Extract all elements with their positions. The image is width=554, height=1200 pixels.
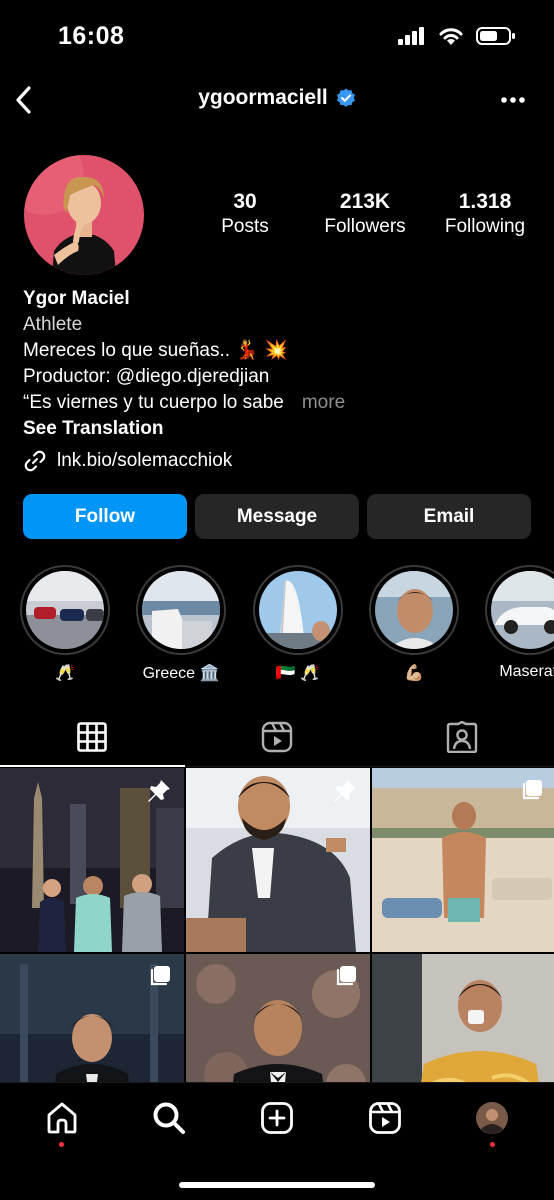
message-button[interactable]: Message xyxy=(195,494,359,539)
status-bar: 16:08 xyxy=(0,0,554,72)
bio-line-2: Productor: @diego.djeredjian xyxy=(23,366,270,387)
highlight-ring xyxy=(20,565,110,655)
reels-icon xyxy=(261,721,293,752)
posts-count: 30 xyxy=(233,190,257,213)
email-button[interactable]: Email xyxy=(367,494,531,539)
highlight-label: 🇦🇪 🥂 xyxy=(275,665,321,682)
followers-count: 213K xyxy=(339,190,391,213)
bio-more-link[interactable]: more xyxy=(302,392,345,413)
highlight-label: Greece 🏛️ xyxy=(142,665,220,682)
carousel-post-badge xyxy=(148,964,172,993)
highlight-cover-greece xyxy=(142,571,220,649)
home-indicator xyxy=(179,1182,375,1188)
username: ygoormaciell xyxy=(198,86,328,109)
profile-photo xyxy=(24,155,144,275)
tab-home[interactable] xyxy=(32,1101,92,1149)
followers-label: Followers xyxy=(324,216,406,237)
highlight-item[interactable]: 🇦🇪 🥂 xyxy=(248,565,348,683)
multiple-images-icon xyxy=(336,966,356,986)
home-notification-dot xyxy=(59,1142,65,1147)
highlight-label: 🥂 xyxy=(55,665,75,682)
status-icons xyxy=(398,26,516,46)
cellular-signal-icon xyxy=(398,27,424,45)
verified-badge-icon xyxy=(336,88,355,107)
profile-avatar-icon xyxy=(476,1102,509,1134)
profile-header: ygoormaciell xyxy=(0,72,554,128)
pin-icon xyxy=(148,780,170,802)
profile-category: Athlete xyxy=(23,314,83,335)
highlight-cover-garage xyxy=(26,571,104,649)
follow-button[interactable]: Follow xyxy=(23,494,187,539)
highlight-item[interactable]: Greece 🏛️ xyxy=(131,565,231,683)
highlight-cover-selfie xyxy=(375,571,453,649)
posts-label: Posts xyxy=(221,216,269,237)
following-count: 1.318 xyxy=(458,190,512,213)
profile-actions: Follow Message Email xyxy=(23,494,531,539)
tab-reels-nav[interactable] xyxy=(355,1101,415,1149)
home-icon xyxy=(47,1102,77,1134)
following-stat[interactable]: 1.318 Following xyxy=(430,190,540,240)
highlight-ring xyxy=(253,565,343,655)
bio-line-3-wrap: “Es viernes y tu cuerpo lo sabe more xyxy=(23,390,533,416)
tab-posts-grid[interactable] xyxy=(0,707,185,767)
post-thumbnail[interactable] xyxy=(0,768,184,952)
tab-create[interactable] xyxy=(247,1101,307,1149)
profile-avatar[interactable] xyxy=(24,155,144,275)
link-icon xyxy=(24,450,46,472)
display-name: Ygor Maciel xyxy=(23,288,130,309)
carousel-post-badge xyxy=(520,778,544,807)
search-icon xyxy=(153,1102,186,1134)
multiple-images-icon xyxy=(522,780,542,800)
pin-icon xyxy=(334,780,356,802)
following-label: Following xyxy=(444,216,526,237)
see-translation-link[interactable]: See Translation xyxy=(23,416,533,442)
bottom-tab-bar xyxy=(0,1082,554,1200)
profile-notification-dot xyxy=(489,1142,495,1147)
highlight-ring xyxy=(369,565,459,655)
plus-square-icon xyxy=(261,1102,293,1134)
multiple-images-icon xyxy=(150,966,170,986)
battery-icon xyxy=(476,27,515,45)
pinned-post-badge xyxy=(146,778,172,809)
highlight-label: Maserati xyxy=(499,663,554,680)
pinned-post-badge xyxy=(332,778,358,809)
profile-bio: Ygor Maciel Athlete Mereces lo que sueña… xyxy=(23,286,533,474)
followers-stat[interactable]: 213K Followers xyxy=(310,190,420,240)
tab-profile[interactable] xyxy=(462,1101,522,1149)
posts-stat[interactable]: 30 Posts xyxy=(190,190,300,240)
carousel-post-badge xyxy=(334,964,358,993)
profile-stats: 30 Posts 213K Followers 1.318 Following xyxy=(190,190,540,240)
status-time: 16:08 xyxy=(58,22,125,50)
highlight-item[interactable]: Maserati xyxy=(480,565,554,681)
tab-tagged[interactable] xyxy=(369,707,554,766)
tab-search[interactable] xyxy=(139,1101,199,1149)
reels-icon xyxy=(368,1102,401,1134)
grid-icon xyxy=(77,721,108,752)
more-options-button[interactable] xyxy=(498,88,528,112)
highlight-cover-maserati xyxy=(491,571,554,649)
ellipsis-icon xyxy=(501,97,525,103)
bio-link-text: lnk.bio/solemacchiok xyxy=(57,450,233,471)
post-thumbnail[interactable] xyxy=(372,768,554,952)
highlight-cover-dubai xyxy=(259,571,337,649)
tagged-user-icon xyxy=(446,720,477,753)
wifi-icon xyxy=(439,28,463,45)
story-highlights: 🥂 Greece 🏛️ 🇦🇪 🥂 💪🏼 Masera xyxy=(0,565,554,685)
highlight-label: 💪🏼 xyxy=(404,665,424,682)
bio-line-1: Mereces lo que sueñas.. 💃 💥 xyxy=(23,340,288,361)
post-thumbnail[interactable] xyxy=(186,768,370,952)
tab-reels[interactable] xyxy=(185,707,370,766)
bio-link[interactable]: lnk.bio/solemacchiok xyxy=(23,448,533,474)
highlight-ring xyxy=(136,565,226,655)
profile-content-tabs xyxy=(0,707,554,767)
highlight-item[interactable]: 💪🏼 xyxy=(364,565,464,683)
bio-line-3: “Es viernes y tu cuerpo lo sabe xyxy=(23,392,284,413)
highlight-ring xyxy=(485,565,554,655)
username-title: ygoormaciell xyxy=(0,86,554,110)
highlight-item[interactable]: 🥂 xyxy=(15,565,115,683)
